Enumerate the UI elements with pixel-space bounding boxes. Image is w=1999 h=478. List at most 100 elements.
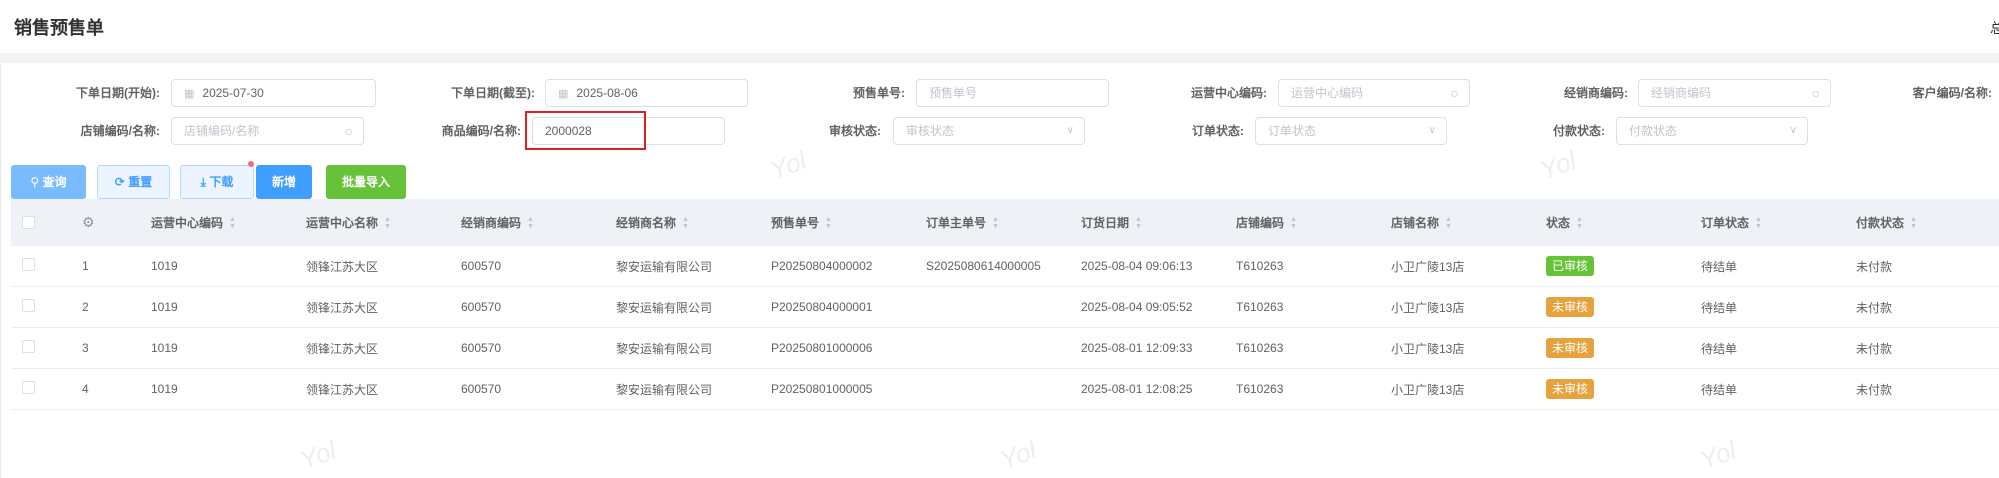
- table-cell: 2025-08-01 12:08:25: [1081, 382, 1193, 396]
- table-cell: T610263: [1236, 300, 1284, 314]
- table-cell: 2025-08-04 09:06:13: [1081, 259, 1193, 273]
- sort-icon[interactable]: ▲ ▼: [825, 216, 832, 230]
- download-button[interactable]: ⤓ 下载: [180, 165, 254, 199]
- order-status-select[interactable]: 订单状态 ∨: [1255, 117, 1447, 145]
- query-label: 查询: [42, 175, 67, 189]
- order-date-start-value: 2025-07-30: [202, 86, 264, 100]
- sort-icon[interactable]: ▲ ▼: [1755, 216, 1762, 230]
- table-cell: 小卫广陵13店: [1391, 300, 1465, 315]
- query-button[interactable]: ⚲ 查询: [11, 165, 86, 199]
- table-cell: 1019: [151, 300, 178, 314]
- refresh-icon: ⟳: [114, 175, 129, 189]
- table-row[interactable]: 1 1019 领锋江苏大区 600570 黎安运输有限公司 P20250804000002…: [11, 246, 1999, 287]
- sort-icon[interactable]: ▲ ▼: [1135, 216, 1142, 230]
- search-icon[interactable]: ○: [1451, 80, 1459, 106]
- row-checkbox[interactable]: [22, 369, 35, 409]
- table-row[interactable]: 4 1019 领锋江苏大区 600570 黎安运输有限公司 P20250801000005…: [11, 369, 1999, 410]
- dealer-code-label: 经销商编码:: [1564, 86, 1628, 100]
- table-cell: P20250804000001: [771, 300, 873, 314]
- table-row[interactable]: 2 1019 领锋江苏大区 600570 黎安运输有限公司 P20250804000001…: [11, 287, 1999, 328]
- table-cell: S2025080614000005: [926, 259, 1041, 273]
- table-cell: P20250804000002: [771, 259, 873, 273]
- sort-icon[interactable]: ▲ ▼: [1290, 216, 1297, 230]
- column-header[interactable]: 经销商名称 ▲ ▼: [616, 199, 689, 246]
- table-cell: 领锋江苏大区: [306, 341, 379, 356]
- table-row[interactable]: 3 1019 领锋江苏大区 600570 黎安运输有限公司 P20250801000006…: [11, 328, 1999, 369]
- column-header[interactable]: 运营中心名称 ▲ ▼: [306, 199, 391, 246]
- sort-icon[interactable]: ▲ ▼: [527, 216, 534, 230]
- row-checkbox[interactable]: [22, 287, 35, 327]
- table-cell: 小卫广陵13店: [1391, 259, 1465, 274]
- dealer-code-input[interactable]: 经销商编码 ○: [1638, 79, 1831, 107]
- status-badge: 已审核: [1546, 256, 1595, 276]
- sort-icon[interactable]: ▲ ▼: [682, 216, 689, 230]
- order-date-end-input[interactable]: ▦ 2025-08-06: [545, 79, 748, 107]
- audit-status-label: 审核状态:: [829, 124, 881, 138]
- row-index: 2: [82, 300, 89, 314]
- table-cell: 待结单: [1701, 300, 1738, 315]
- table-cell: 1019: [151, 259, 178, 273]
- order-status-label: 订单状态:: [1192, 124, 1244, 138]
- table-cell: 未付款: [1856, 259, 1893, 274]
- sort-icon[interactable]: ▲ ▼: [384, 216, 391, 230]
- table-cell: 小卫广陵13店: [1391, 382, 1465, 397]
- presale-no-input[interactable]: 预售单号: [916, 79, 1109, 107]
- presale-no-placeholder: 预售单号: [929, 86, 978, 100]
- table-cell: T610263: [1236, 382, 1284, 396]
- search-icon[interactable]: ○: [345, 118, 353, 144]
- add-button[interactable]: 新增: [256, 165, 312, 199]
- column-header[interactable]: 付款状态 ▲ ▼: [1856, 199, 1917, 246]
- column-header-label: 经销商编码: [461, 216, 522, 230]
- column-header[interactable]: 订单主单号 ▲ ▼: [926, 199, 999, 246]
- column-header[interactable]: 店铺编码 ▲ ▼: [1236, 199, 1297, 246]
- gear-icon[interactable]: ⚙: [82, 199, 95, 246]
- payment-status-select[interactable]: 付款状态 ∨: [1616, 117, 1808, 145]
- column-header[interactable]: 订单状态 ▲ ▼: [1701, 199, 1762, 246]
- sort-icon[interactable]: ▲ ▼: [1910, 216, 1917, 230]
- row-index: 3: [82, 341, 89, 355]
- column-header[interactable]: 预售单号 ▲ ▼: [771, 199, 832, 246]
- table-cell: 2025-08-01 12:09:33: [1081, 341, 1193, 355]
- reset-label: 重置: [128, 175, 153, 189]
- column-header[interactable]: 运营中心编码 ▲ ▼: [151, 199, 236, 246]
- store-code-input[interactable]: 店铺编码/名称 ○: [171, 117, 364, 145]
- table-cell: 未付款: [1856, 382, 1893, 397]
- table-cell: 2025-08-04 09:05:52: [1081, 300, 1193, 314]
- table-cell: 待结单: [1701, 341, 1738, 356]
- chevron-down-icon: ∨: [1066, 125, 1074, 136]
- table-cell: P20250801000006: [771, 341, 873, 355]
- download-label: 下载: [209, 175, 234, 189]
- select-all-checkbox[interactable]: [22, 199, 35, 246]
- row-checkbox[interactable]: [22, 246, 35, 286]
- ops-center-code-input[interactable]: 运营中心编码 ○: [1278, 79, 1470, 107]
- table-cell: 未付款: [1856, 341, 1893, 356]
- column-header-label: 订单主单号: [926, 216, 987, 230]
- table-cell: 黎安运输有限公司: [616, 382, 713, 397]
- sort-icon[interactable]: ▲ ▼: [992, 216, 999, 230]
- audit-status-placeholder: 审核状态: [906, 124, 955, 138]
- customer-code-label: 客户编码/名称:: [1912, 86, 1992, 100]
- batch-import-button[interactable]: 批量导入: [326, 165, 406, 199]
- audit-status-select[interactable]: 审核状态 ∨: [893, 117, 1085, 145]
- row-checkbox[interactable]: [22, 328, 35, 368]
- column-header[interactable]: 订货日期 ▲ ▼: [1081, 199, 1142, 246]
- order-date-end-value: 2025-08-06: [576, 86, 638, 100]
- sort-icon[interactable]: ▲ ▼: [1576, 216, 1583, 230]
- payment-status-label: 付款状态:: [1553, 124, 1605, 138]
- payment-status-placeholder: 付款状态: [1629, 124, 1678, 138]
- calendar-icon: ▦: [184, 88, 195, 100]
- column-header[interactable]: 店铺名称 ▲ ▼: [1391, 199, 1452, 246]
- column-header-label: 店铺名称: [1391, 216, 1440, 230]
- sort-icon[interactable]: ▲ ▼: [229, 216, 236, 230]
- table-cell: 待结单: [1701, 259, 1738, 274]
- sort-icon[interactable]: ▲ ▼: [1445, 216, 1452, 230]
- reset-button[interactable]: ⟳ 重置: [97, 165, 170, 199]
- table-cell: 600570: [461, 300, 502, 314]
- search-icon[interactable]: ○: [1812, 80, 1820, 106]
- column-header[interactable]: 状态 ▲ ▼: [1546, 199, 1583, 246]
- column-header[interactable]: 经销商编码 ▲ ▼: [461, 199, 534, 246]
- table-cell: 1019: [151, 382, 178, 396]
- order-date-start-input[interactable]: ▦ 2025-07-30: [171, 79, 376, 107]
- notification-dot: [248, 161, 254, 167]
- column-header-label: 经销商名称: [616, 216, 677, 230]
